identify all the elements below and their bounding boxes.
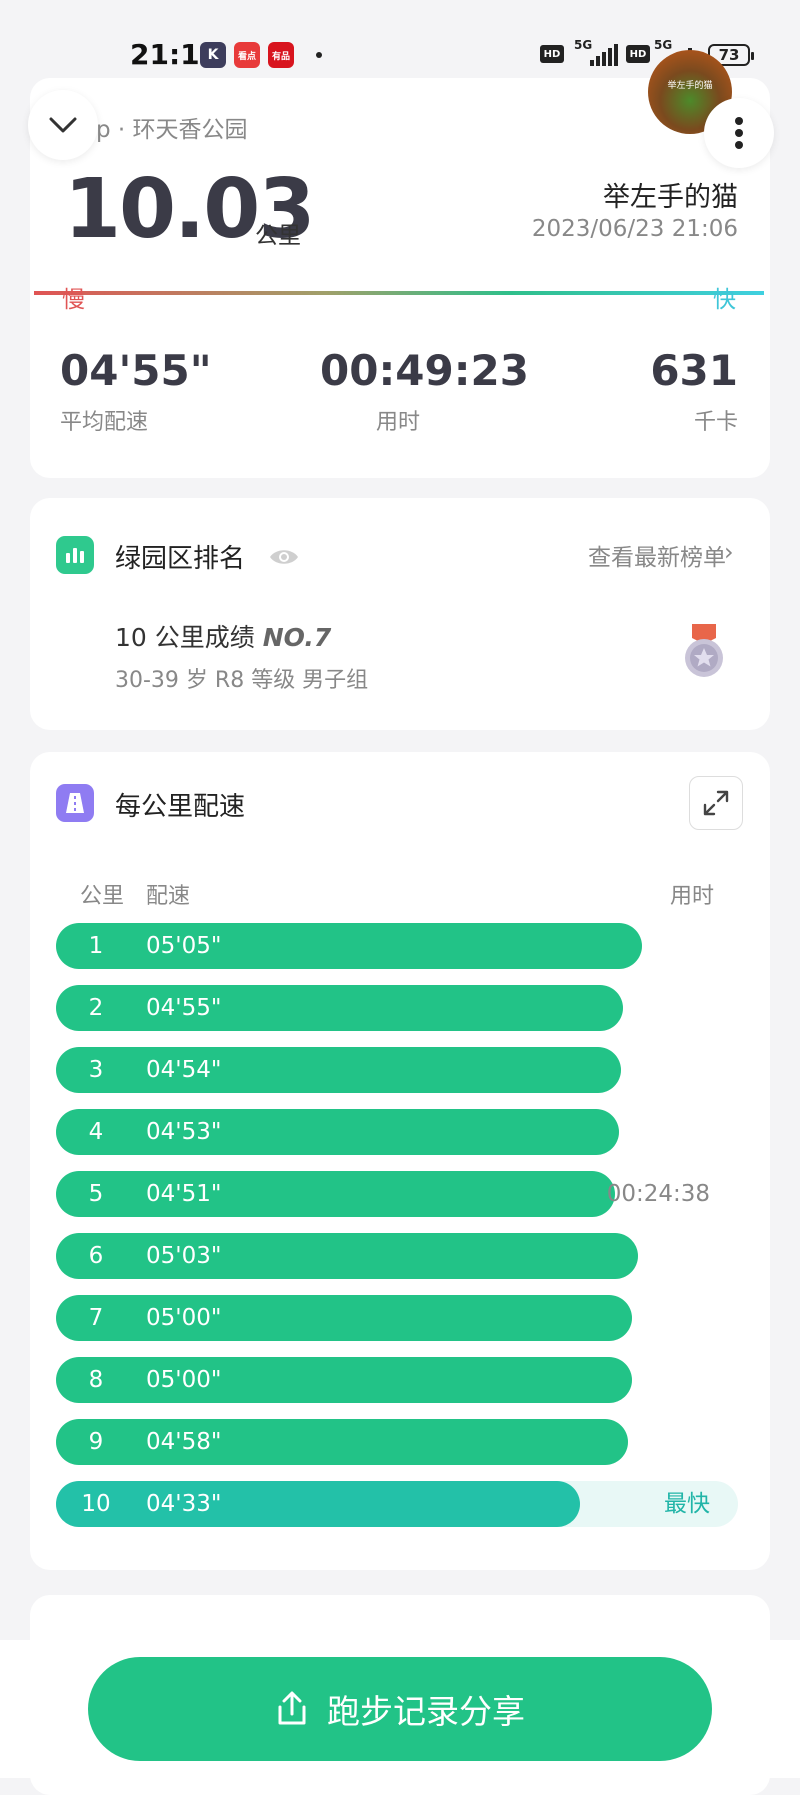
split-pace: 04'33" bbox=[146, 1491, 222, 1517]
distance-unit: 公里 bbox=[255, 223, 301, 249]
view-leaderboard-link[interactable]: 查看最新榜单 bbox=[588, 538, 726, 572]
ranking-chart-icon bbox=[56, 536, 94, 574]
calories-label: 千卡 bbox=[693, 410, 738, 435]
hd-badge-sim2: HD bbox=[626, 45, 650, 63]
avg-pace-value: 04'55" bbox=[60, 346, 212, 395]
split-pace: 04'51" bbox=[146, 1181, 222, 1207]
avatar-caption: 举左手的猫 bbox=[667, 81, 713, 91]
medal-icon bbox=[685, 624, 723, 677]
split-km: 7 bbox=[88, 1305, 104, 1331]
split-pace-bar bbox=[56, 1419, 628, 1465]
split-km: 4 bbox=[88, 1119, 104, 1145]
split-cumulative-time: 00:24:38 bbox=[606, 1181, 710, 1207]
more-button[interactable] bbox=[704, 98, 774, 168]
split-row[interactable]: 4 04'53" bbox=[56, 1109, 738, 1155]
kandian-app-icon: 看点 bbox=[234, 42, 260, 68]
split-pace-bar bbox=[56, 1233, 638, 1279]
ranking-title: 绿园区排名 bbox=[115, 544, 246, 574]
rank-group: 30-39 岁 R8 等级 男子组 bbox=[115, 668, 369, 693]
km-column-header: 公里 bbox=[80, 884, 125, 909]
split-pace: 05'03" bbox=[146, 1243, 222, 1269]
collapse-button[interactable] bbox=[28, 90, 98, 160]
fastest-badge: 最快 bbox=[664, 1491, 710, 1517]
share-run-label: 跑步记录分享 bbox=[327, 1692, 525, 1731]
duration-label: 用时 bbox=[376, 410, 421, 435]
eye-icon[interactable] bbox=[268, 546, 300, 568]
slow-label: 慢 bbox=[62, 287, 85, 313]
fuli-app-icon: 有品 bbox=[268, 42, 294, 68]
split-km: 3 bbox=[88, 1057, 104, 1083]
split-pace: 05'00" bbox=[146, 1305, 222, 1331]
expand-icon bbox=[703, 790, 729, 816]
ranking-card bbox=[30, 498, 770, 730]
split-row[interactable]: 5 04'51" 00:24:38 bbox=[56, 1171, 738, 1217]
split-row[interactable]: 3 04'54" bbox=[56, 1047, 738, 1093]
user-name: 举左手的猫 bbox=[603, 182, 738, 213]
split-row[interactable]: 9 04'58" bbox=[56, 1419, 738, 1465]
hd-badge-sim1: HD bbox=[540, 45, 564, 63]
split-km: 10 bbox=[81, 1491, 111, 1517]
network-type-sim2: 5G bbox=[654, 38, 673, 52]
split-pace: 05'00" bbox=[146, 1367, 222, 1393]
splits-title: 每公里配速 bbox=[115, 792, 246, 822]
road-icon bbox=[56, 784, 94, 822]
chevron-down-icon bbox=[49, 117, 77, 133]
notification-dot-icon bbox=[316, 52, 322, 58]
fast-label: 快 bbox=[713, 287, 736, 313]
split-row[interactable]: 10 04'33" 最快 bbox=[56, 1481, 738, 1527]
rank-number: NO.7 bbox=[262, 623, 332, 652]
split-pace-bar bbox=[56, 1357, 632, 1403]
split-km: 6 bbox=[88, 1243, 104, 1269]
signal-icon-sim1 bbox=[590, 44, 618, 66]
split-row[interactable]: 2 04'55" bbox=[56, 985, 738, 1031]
more-vertical-icon bbox=[735, 117, 743, 149]
split-row[interactable]: 8 05'00" bbox=[56, 1357, 738, 1403]
share-icon bbox=[278, 1691, 306, 1725]
pace-gradient-line bbox=[34, 291, 764, 295]
calories-value: 631 bbox=[650, 346, 738, 395]
expand-button[interactable] bbox=[689, 776, 743, 830]
split-km: 9 bbox=[88, 1429, 104, 1455]
split-row[interactable]: 1 05'05" bbox=[56, 923, 738, 969]
split-pace: 04'55" bbox=[146, 995, 222, 1021]
time-column-header: 用时 bbox=[669, 884, 714, 909]
duration-value: 00:49:23 bbox=[320, 346, 529, 395]
pace-column-header: 配速 bbox=[146, 884, 191, 909]
split-pace-bar bbox=[56, 1295, 632, 1341]
run-date-time: 2023/06/23 21:06 bbox=[531, 216, 738, 242]
split-row[interactable]: 7 05'00" bbox=[56, 1295, 738, 1341]
split-pace-bar bbox=[56, 985, 623, 1031]
share-run-button[interactable]: 跑步记录分享 bbox=[88, 1657, 712, 1761]
split-pace-bar bbox=[56, 1047, 621, 1093]
split-km: 1 bbox=[88, 933, 104, 959]
split-pace-bar bbox=[56, 923, 642, 969]
chevron-right-icon[interactable]: › bbox=[724, 538, 734, 566]
rank-result-label: 10 公里成绩 bbox=[115, 623, 255, 652]
split-km: 8 bbox=[88, 1367, 104, 1393]
split-km: 5 bbox=[88, 1181, 104, 1207]
rank-result: 10 公里成绩 NO.7 bbox=[115, 618, 331, 654]
split-pace-bar bbox=[56, 1109, 619, 1155]
split-row[interactable]: 6 05'03" bbox=[56, 1233, 738, 1279]
split-pace: 04'53" bbox=[146, 1119, 222, 1145]
run-location: p · 环天香公园 bbox=[96, 117, 248, 143]
split-pace-bar bbox=[56, 1171, 615, 1217]
avg-pace-label: 平均配速 bbox=[60, 410, 149, 435]
split-km: 2 bbox=[88, 995, 104, 1021]
split-pace: 04'54" bbox=[146, 1057, 222, 1083]
split-pace: 04'58" bbox=[146, 1429, 222, 1455]
keep-app-icon: K bbox=[200, 42, 226, 68]
split-pace: 05'05" bbox=[146, 933, 222, 959]
